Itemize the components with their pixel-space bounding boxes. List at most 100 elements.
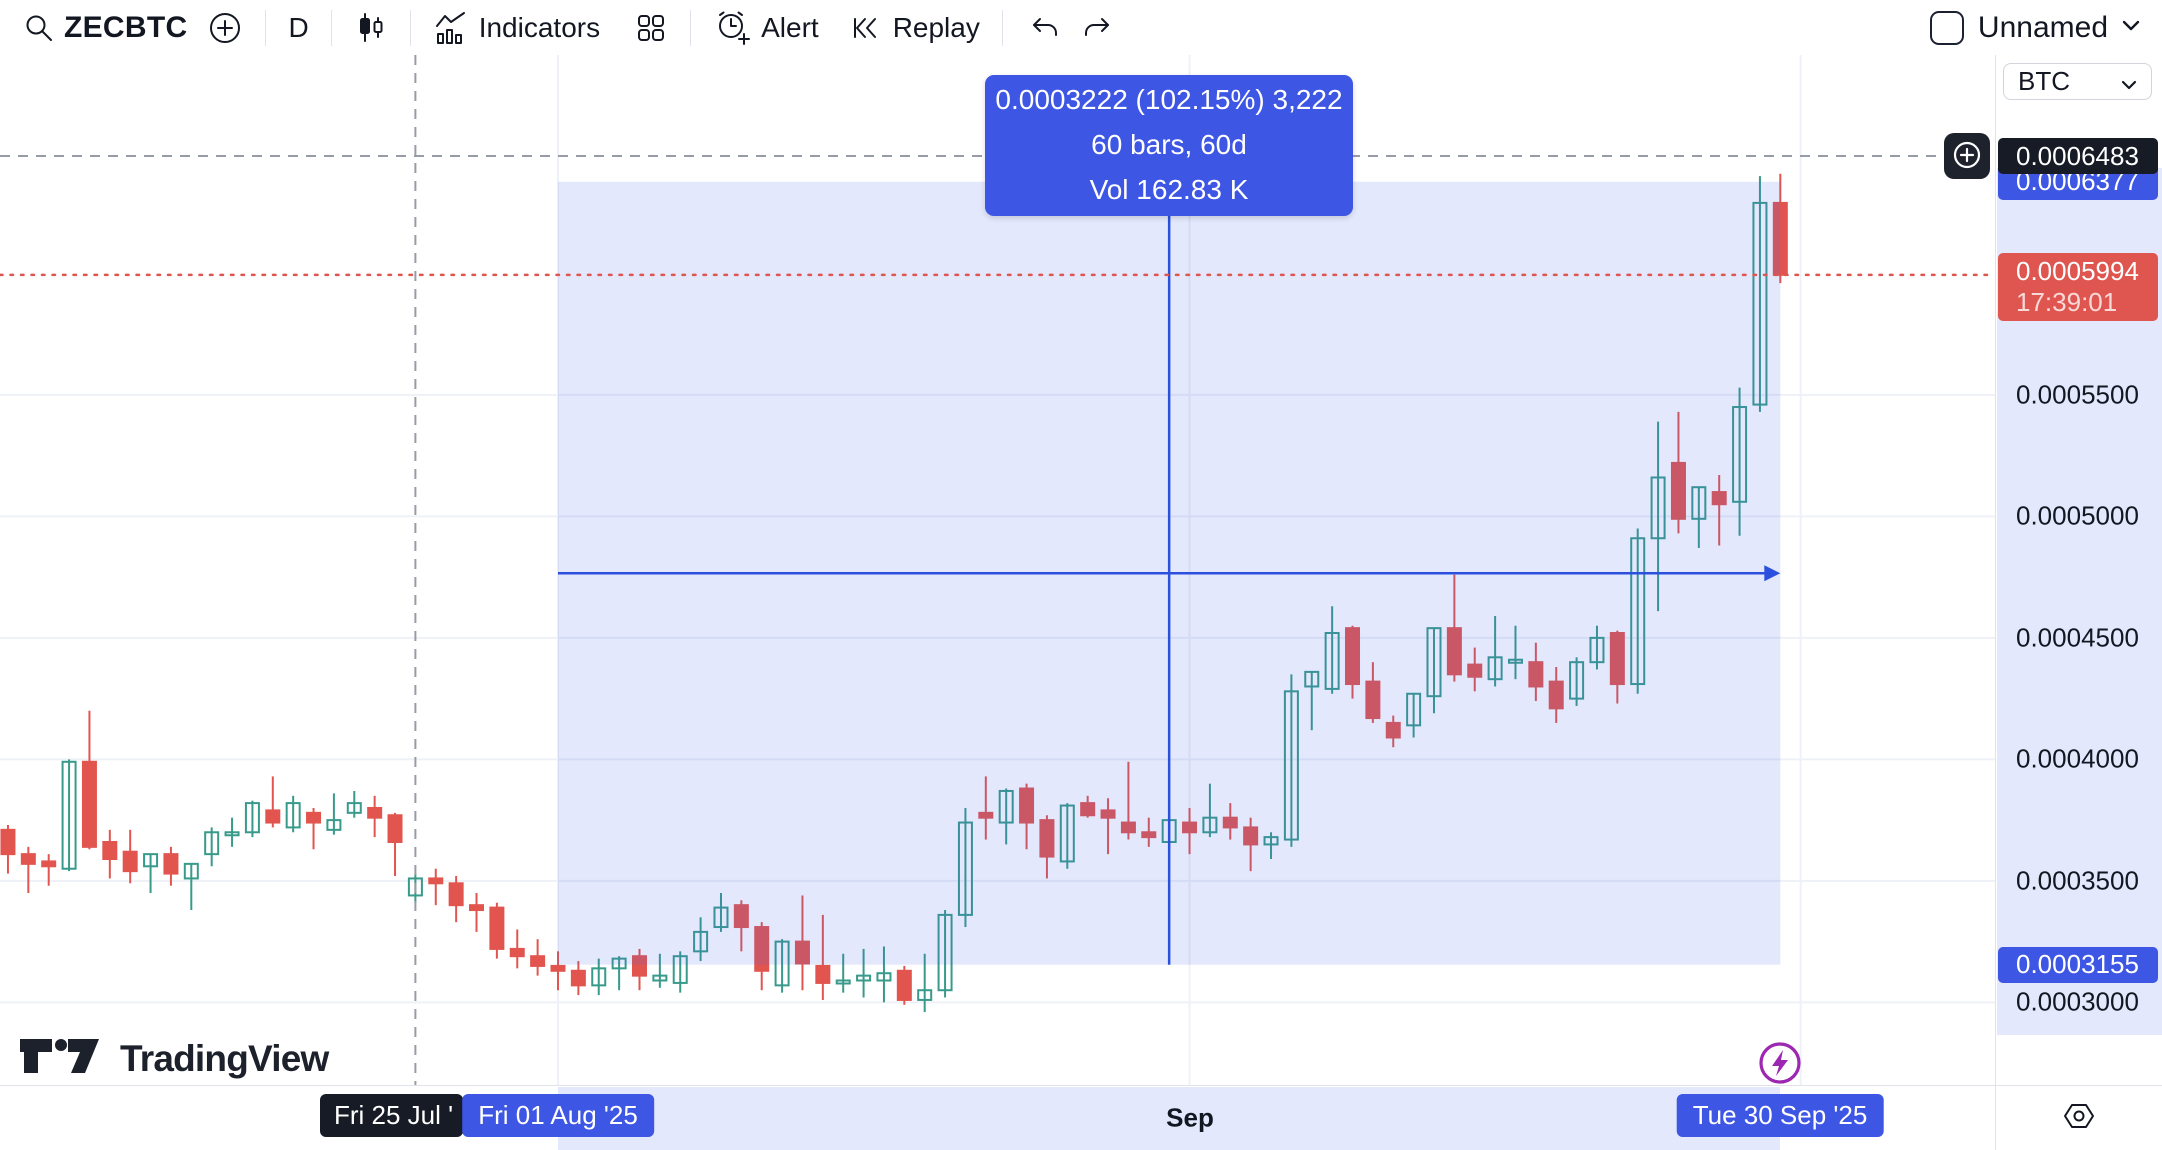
price-tick-label: 0.0005500 bbox=[2016, 379, 2139, 410]
candle-up bbox=[205, 832, 218, 854]
toolbar-divider bbox=[1002, 10, 1003, 46]
replay-button[interactable]: Replay bbox=[837, 6, 990, 50]
candle-down bbox=[22, 854, 35, 864]
search-icon bbox=[24, 13, 54, 43]
candlestick-style-icon bbox=[354, 11, 388, 45]
candle-up bbox=[348, 803, 361, 813]
redo-button[interactable] bbox=[1071, 9, 1127, 47]
candle-up bbox=[246, 803, 259, 832]
candle-up bbox=[185, 864, 198, 879]
candle-down bbox=[266, 810, 279, 822]
candle-down bbox=[307, 813, 320, 823]
symbol-search-button[interactable]: ZECBTC bbox=[14, 7, 197, 49]
save-checkbox[interactable] bbox=[1930, 11, 1964, 45]
price-tick-label: 0.0005000 bbox=[2016, 501, 2139, 532]
candle-up bbox=[327, 820, 340, 830]
candle-up bbox=[287, 803, 300, 827]
candle-down bbox=[898, 971, 911, 1000]
price-tick-label: 0.0004500 bbox=[2016, 622, 2139, 653]
measure-end-date-label: Tue 30 Sep '25 bbox=[1677, 1094, 1884, 1137]
price-axis[interactable]: 0.0005500 0.0005000 0.0004500 0.0004000 0.00… bbox=[1995, 55, 2162, 1085]
indicators-label: Indicators bbox=[479, 12, 600, 44]
toolbar-divider bbox=[265, 10, 266, 46]
lightning-icon[interactable] bbox=[1758, 1041, 1802, 1085]
price-tick-label: 0.0003500 bbox=[2016, 865, 2139, 896]
candle-up bbox=[144, 854, 157, 866]
replay-label: Replay bbox=[893, 12, 980, 44]
save-layout-control[interactable]: Unnamed bbox=[1930, 11, 2162, 45]
candle-up bbox=[592, 968, 605, 985]
undo-arrow-icon bbox=[1025, 13, 1061, 43]
candle-down bbox=[42, 861, 55, 866]
undo-button[interactable] bbox=[1015, 9, 1071, 47]
add-alert-plus-button[interactable] bbox=[1944, 133, 1990, 179]
axis-settings-corner[interactable] bbox=[1995, 1085, 2162, 1150]
candle-down bbox=[429, 878, 442, 883]
candle-down bbox=[552, 966, 565, 971]
price-tick-label: 0.0004000 bbox=[2016, 744, 2139, 775]
measure-start-date-label: Fri 01 Aug '25 bbox=[462, 1094, 654, 1137]
toolbar-divider bbox=[410, 10, 411, 46]
alert-button[interactable]: Alert bbox=[703, 5, 829, 51]
candle-up bbox=[63, 762, 76, 869]
crosshair-price-label: 0.0006483 bbox=[1998, 138, 2158, 174]
candle-down bbox=[124, 852, 137, 871]
measure-volume-line: Vol 162.83 K bbox=[985, 167, 1353, 212]
candle-down bbox=[1, 830, 14, 854]
candle-down bbox=[164, 854, 177, 873]
candle-up bbox=[226, 832, 239, 835]
chevron-down-icon bbox=[2121, 66, 2137, 97]
candle-down bbox=[368, 808, 381, 818]
candle-down bbox=[103, 842, 116, 859]
measure-tooltip: 0.0003222 (102.15%) 3,222 60 bars, 60d V… bbox=[985, 75, 1353, 216]
bar-countdown: 17:39:01 bbox=[2016, 287, 2117, 318]
toolbar-divider bbox=[690, 10, 691, 46]
replay-rewind-icon bbox=[847, 10, 883, 46]
candle-down bbox=[490, 908, 503, 949]
plus-circle-icon bbox=[207, 10, 243, 46]
candle-down bbox=[450, 883, 463, 905]
candle-up bbox=[837, 980, 850, 983]
plus-circle-icon bbox=[1951, 139, 1983, 174]
price-tick-label: 0.0003000 bbox=[2016, 987, 2139, 1018]
candle-down bbox=[389, 815, 402, 842]
candle-down bbox=[470, 905, 483, 910]
gear-hexagon-icon bbox=[2063, 1102, 2095, 1135]
price-unit-value: BTC bbox=[2018, 66, 2070, 97]
top-toolbar: ZECBTC D Indicators Alert Re bbox=[0, 0, 2162, 55]
candle-up bbox=[653, 976, 666, 981]
tradingview-logo[interactable]: TradingView bbox=[18, 1033, 328, 1084]
candle-down bbox=[83, 762, 96, 847]
chart-area: 0.0005500 0.0005000 0.0004500 0.0004000 0.00… bbox=[0, 55, 2162, 1150]
measure-start-price-label: 0.0003155 bbox=[1998, 947, 2158, 983]
interval-label: D bbox=[288, 12, 308, 44]
indicator-templates-button[interactable] bbox=[624, 7, 678, 49]
candle-up bbox=[877, 973, 890, 980]
price-unit-select[interactable]: BTC bbox=[2003, 63, 2152, 100]
compare-add-button[interactable] bbox=[197, 6, 253, 50]
month-label: Sep bbox=[1160, 1103, 1220, 1134]
grid-templates-icon bbox=[634, 11, 668, 45]
interval-button[interactable]: D bbox=[278, 8, 318, 48]
toolbar-divider bbox=[331, 10, 332, 46]
measure-bars-line: 60 bars, 60d bbox=[985, 122, 1353, 167]
candle-down bbox=[816, 966, 829, 983]
symbol-name: ZECBTC bbox=[64, 11, 187, 45]
crosshair-date-label: Fri 25 Jul ' bbox=[320, 1094, 463, 1137]
candle-down bbox=[531, 956, 544, 966]
candle-up bbox=[857, 976, 870, 981]
alert-clock-icon bbox=[713, 9, 751, 47]
chart-type-button[interactable] bbox=[344, 7, 398, 49]
candle-down bbox=[511, 949, 524, 956]
indicators-icon bbox=[433, 10, 469, 46]
chevron-down-icon bbox=[2122, 19, 2140, 37]
time-axis[interactable]: Sep Fri 25 Jul ' Fri 01 Aug '25 Tue 30 S… bbox=[0, 1085, 1995, 1150]
candlestick-chart[interactable] bbox=[0, 55, 1995, 1150]
tradingview-wordmark: TradingView bbox=[120, 1038, 328, 1080]
redo-arrow-icon bbox=[1081, 13, 1117, 43]
tradingview-mark-icon bbox=[18, 1033, 106, 1084]
layout-name: Unnamed bbox=[1978, 11, 2108, 45]
candle-up bbox=[918, 990, 931, 1000]
indicators-button[interactable]: Indicators bbox=[423, 6, 610, 50]
candle-down bbox=[572, 971, 585, 986]
